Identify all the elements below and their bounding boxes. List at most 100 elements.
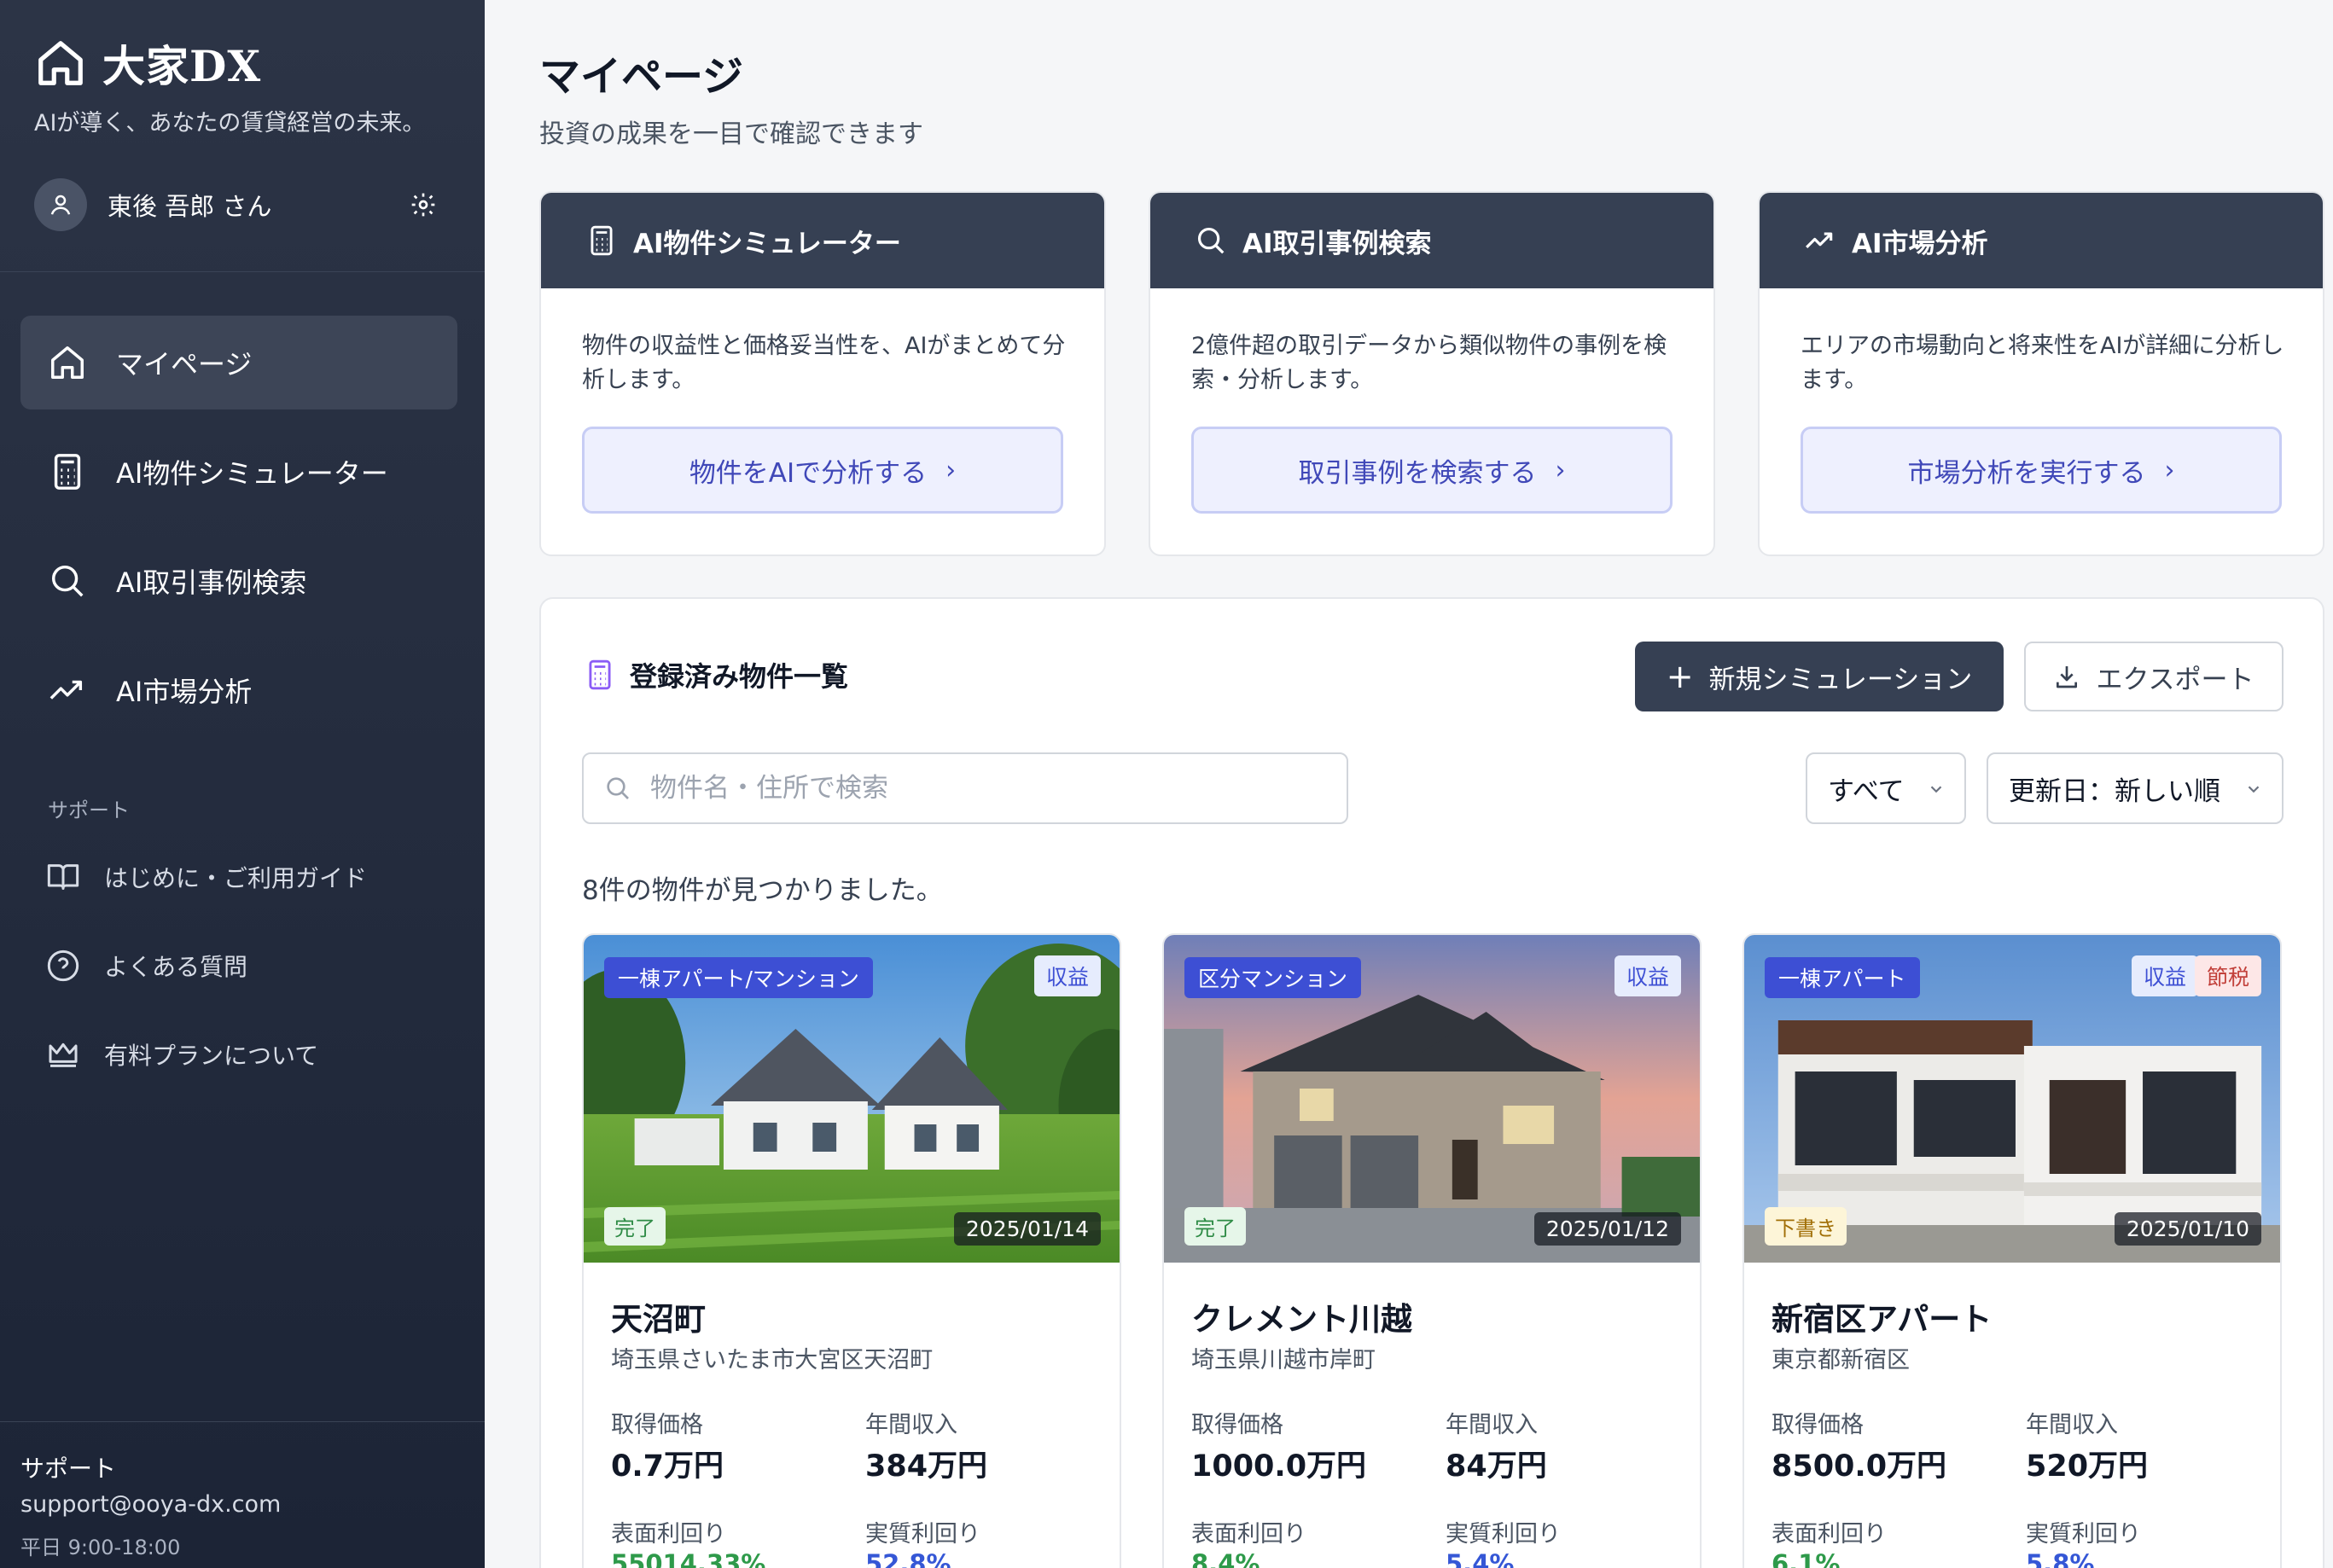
- sort-select[interactable]: 更新日：新しい順: [1987, 752, 2284, 824]
- search-input[interactable]: [650, 773, 1316, 804]
- category-filter-select[interactable]: すべて: [1806, 752, 1966, 824]
- sidebar-item-deal-search[interactable]: AI取引事例検索: [20, 534, 457, 628]
- sidebar-item-label: AI取引事例検索: [116, 566, 307, 599]
- export-button[interactable]: エクスポート: [2024, 642, 2284, 711]
- brand[interactable]: 大家DX: [34, 32, 261, 94]
- search-deals-button[interactable]: 取引事例を検索する ›: [1191, 427, 1673, 514]
- income-label: 年間収入: [1446, 1412, 1538, 1438]
- sidebar-item-faq[interactable]: よくある質問: [46, 949, 247, 983]
- property-card[interactable]: 一棟アパート 収益 節税 下書き 2025/01/10 新宿区アパート 東京都新…: [1742, 933, 2282, 1568]
- crown-icon: [49, 1042, 78, 1067]
- sidebar-item-plans[interactable]: 有料プランについて: [46, 1037, 318, 1071]
- brand-tagline: AIが導く、あなたの賃貸経営の未来。: [34, 110, 426, 136]
- chevron-down-icon: [1930, 786, 1942, 793]
- property-list-panel: 登録済み物件一覧 + 新規シミュレーション エクスポート すべて 更新日：新しい…: [539, 597, 2324, 1568]
- property-card[interactable]: 一棟アパート/マンション 収益 完了 2025/01/14 天沼町 埼玉県さいた…: [582, 933, 1121, 1568]
- income-label: 年間収入: [2026, 1412, 2118, 1438]
- net-yield-label: 実質利回り: [865, 1521, 980, 1548]
- price-value: 0.7万円: [611, 1449, 724, 1484]
- chevron-right-icon: ›: [2164, 455, 2175, 485]
- home-icon: [51, 346, 84, 379]
- net-yield-label: 実質利回り: [1446, 1521, 1561, 1548]
- tool-card-header: AI市場分析: [1760, 193, 2323, 288]
- tool-card-title: AI市場分析: [1852, 228, 1988, 259]
- gross-yield-label: 表面利回り: [1191, 1521, 1306, 1548]
- calculator-icon: [589, 659, 611, 690]
- search-icon: [607, 777, 629, 799]
- gear-icon[interactable]: [410, 191, 437, 218]
- sidebar-item-label: AI市場分析: [116, 676, 253, 708]
- search-icon: [1197, 227, 1225, 254]
- gross-yield-label: 表面利回り: [1772, 1521, 1887, 1548]
- updated-date: 2025/01/12: [1533, 1212, 1681, 1246]
- net-yield-value: 5.4%: [1446, 1549, 1515, 1568]
- updated-date: 2025/01/14: [953, 1212, 1101, 1246]
- button-label: 市場分析を実行する: [1907, 457, 2146, 489]
- tool-card-header: AI取引事例検索: [1150, 193, 1713, 288]
- net-yield-label: 実質利回り: [2026, 1521, 2141, 1548]
- property-photo: 区分マンション 収益 完了 2025/01/12: [1164, 935, 1700, 1263]
- sidebar-item-market[interactable]: AI市場分析: [20, 643, 457, 737]
- income-label: 年間収入: [865, 1412, 957, 1438]
- property-type-badge: 一棟アパート/マンション: [604, 957, 873, 998]
- tag-badge-income: 収益: [1033, 955, 1101, 996]
- select-value: 更新日：新しい順: [2009, 775, 2220, 807]
- run-market-analysis-button[interactable]: 市場分析を実行する ›: [1801, 427, 2282, 514]
- search-icon: [51, 565, 84, 597]
- brand-name: 大家DX: [102, 41, 262, 91]
- sidebar-divider: [0, 271, 485, 272]
- user-icon: [50, 195, 71, 215]
- net-yield-value: 52.8%: [865, 1549, 951, 1568]
- tool-card-title: AI取引事例検索: [1242, 228, 1432, 259]
- sidebar-item-mypage[interactable]: マイページ: [20, 316, 457, 409]
- property-name: 天沼町: [611, 1301, 706, 1338]
- trending-up-icon: [1806, 232, 1833, 249]
- property-type-badge: 区分マンション: [1184, 957, 1362, 998]
- footer-title: サポート: [20, 1455, 117, 1483]
- result-count: 8件の物件が見つかりました。: [582, 875, 943, 906]
- page-subtitle: 投資の成果を一目で確認できます: [539, 119, 923, 149]
- button-label: エクスポート: [2096, 664, 2254, 695]
- tag-badge-income: 収益: [1614, 955, 1681, 996]
- status-badge: 完了: [604, 1207, 666, 1246]
- tool-card-market: AI市場分析 エリアの市場動向と将来性をAIが詳細に分析します。 市場分析を実行…: [1758, 191, 2324, 556]
- gross-yield-value: 55014.33%: [611, 1549, 766, 1568]
- book-icon: [47, 864, 79, 890]
- property-photo: 一棟アパート 収益 節税 下書き 2025/01/10: [1744, 935, 2280, 1263]
- property-search: [582, 752, 1348, 824]
- sidebar-footer-divider: [0, 1421, 485, 1422]
- user-name: 東後 吾郎 さん: [108, 192, 272, 221]
- property-type-badge: 一棟アパート: [1765, 957, 1920, 998]
- property-card[interactable]: 区分マンション 収益 完了 2025/01/12 クレメント川越 埼玉県川越市岸…: [1162, 933, 1702, 1568]
- support-hours: 平日 9:00-18:00: [20, 1536, 181, 1559]
- property-list-heading: 登録済み物件一覧: [584, 655, 848, 694]
- new-simulation-button[interactable]: + 新規シミュレーション: [1635, 642, 2004, 711]
- tool-card-simulator: AI物件シミュレーター 物件の収益性と価格妥当性を、AIがまとめて分析します。 …: [539, 191, 1106, 556]
- chevron-down-icon: [2248, 786, 2260, 793]
- property-address: 東京都新宿区: [1772, 1347, 1910, 1373]
- price-label: 取得価格: [1772, 1412, 1864, 1438]
- plus-icon: +: [1666, 658, 1694, 695]
- price-label: 取得価格: [1191, 1412, 1283, 1438]
- property-address: 埼玉県川越市岸町: [1191, 1347, 1376, 1373]
- property-address: 埼玉県さいたま市大宮区天沼町: [611, 1347, 934, 1373]
- sidebar-item-guide[interactable]: はじめに・ご利用ガイド: [46, 860, 367, 894]
- chevron-right-icon: ›: [1555, 455, 1566, 485]
- tag-badge-income: 収益: [2131, 955, 2198, 996]
- avatar: [34, 178, 87, 231]
- button-label: 取引事例を検索する: [1298, 457, 1537, 489]
- tool-card-deal-search: AI取引事例検索 2億件超の取引データから類似物件の事例を検索・分析します。 取…: [1149, 191, 1715, 556]
- support-email[interactable]: support@ooya-dx.com: [20, 1491, 281, 1518]
- income-value: 520万円: [2026, 1449, 2149, 1484]
- download-icon: [2057, 666, 2078, 688]
- price-value: 1000.0万円: [1191, 1449, 1367, 1484]
- sidebar-item-label: 有料プランについて: [104, 1042, 319, 1070]
- income-value: 84万円: [1446, 1449, 1547, 1484]
- tool-card-header: AI物件シミュレーター: [541, 193, 1104, 288]
- calculator-icon: [54, 454, 81, 490]
- analyze-property-button[interactable]: 物件をAIで分析する ›: [582, 427, 1063, 514]
- tool-card-description: 2億件超の取引データから類似物件の事例を検索・分析します。: [1191, 333, 1667, 393]
- sidebar-item-simulator[interactable]: AI物件シミュレーター: [20, 425, 457, 519]
- user-profile[interactable]: 東後 吾郎 さん: [34, 177, 437, 232]
- trending-up-icon: [49, 680, 83, 700]
